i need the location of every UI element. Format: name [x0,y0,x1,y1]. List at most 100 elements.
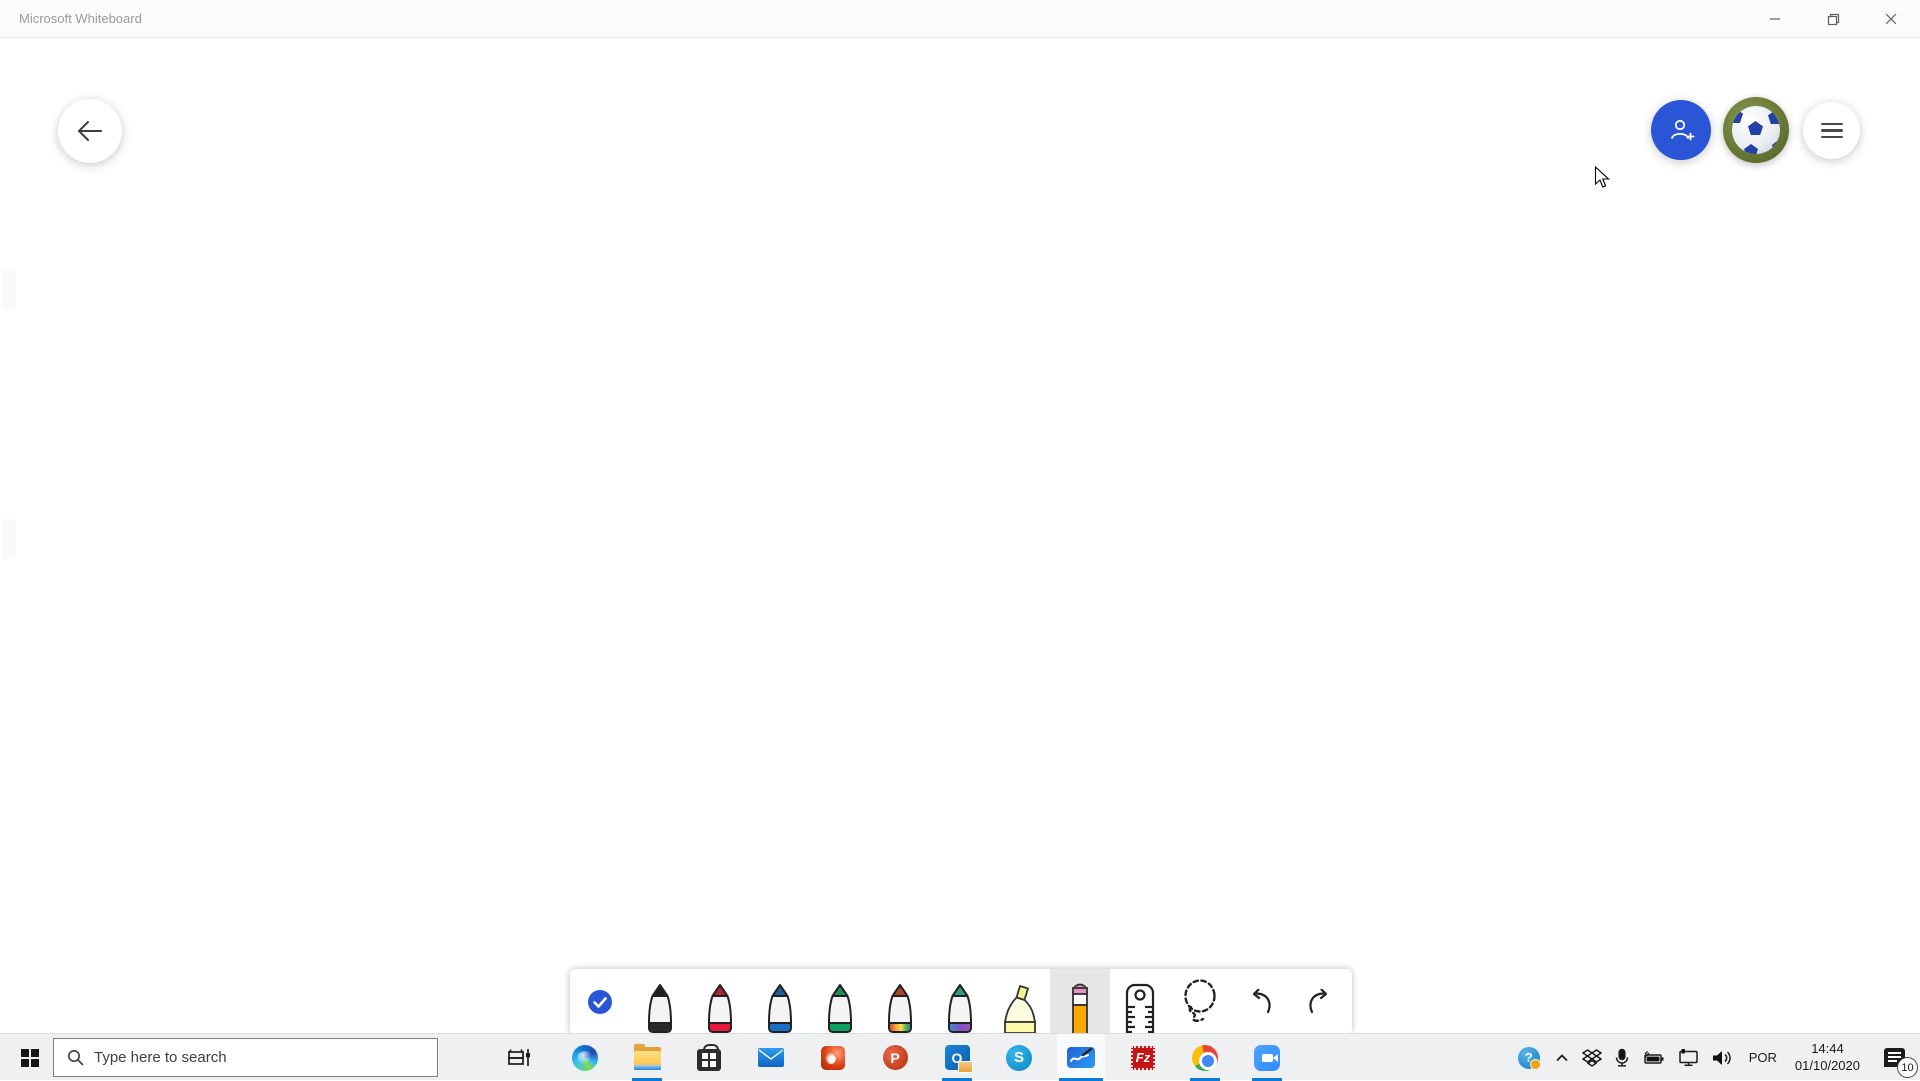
microphone-tray-button[interactable] [1607,1034,1637,1081]
green-pen-icon [821,983,859,1033]
drawing-toolbar [570,969,1352,1034]
microsoft-store-icon [697,1049,721,1071]
taskbar-app-powerpoint[interactable]: P [871,1034,919,1081]
windows-logo-icon [21,1049,39,1067]
back-arrow-icon [76,119,104,143]
tool-rainbow-pen[interactable] [870,969,930,1034]
highlighter-icon [997,982,1043,1034]
tool-blue-pen[interactable] [750,969,810,1034]
notification-center-button[interactable]: 10 [1868,1034,1920,1081]
add-person-icon [1666,115,1696,145]
edge-icon [572,1045,598,1071]
clock-time: 14:44 [1795,1041,1860,1058]
taskbar-app-zoom[interactable] [1243,1034,1291,1081]
restore-icon [1827,13,1840,26]
canvas-smudge [2,519,16,559]
soccer-ball-image [1732,106,1780,154]
lasso-icon [1178,978,1222,1026]
back-button[interactable] [58,99,122,163]
blue-pen-icon [761,983,799,1033]
whiteboard-canvas[interactable] [0,39,1920,1033]
volume-tray-button[interactable] [1705,1034,1739,1081]
taskbar-app-skype[interactable]: S [995,1034,1043,1081]
tool-eraser[interactable] [1050,969,1110,1034]
tool-undo[interactable] [1230,969,1290,1034]
display-tray-button[interactable] [1671,1034,1705,1081]
galaxy-pen-icon [941,983,979,1033]
search-icon [67,1049,84,1066]
dropbox-icon [1582,1049,1602,1067]
tool-black-pen[interactable] [630,969,690,1034]
restore-button[interactable] [1804,0,1862,38]
taskbar-clock[interactable]: 14:44 01/10/2020 [1787,1034,1868,1081]
battery-tray-button[interactable] [1637,1034,1671,1081]
taskbar-app-store[interactable] [685,1034,733,1081]
taskbar-app-whiteboard[interactable] [1057,1034,1105,1081]
minimize-icon [1769,13,1781,25]
ruler-icon [1121,983,1159,1034]
filezilla-letters: Fz [1136,1050,1150,1065]
windows-taskbar: P O S Fz [0,1033,1920,1080]
tool-ruler[interactable] [1110,969,1170,1034]
clock-date: 01/10/2020 [1795,1058,1860,1075]
mouse-cursor [1594,166,1612,190]
language-indicator[interactable]: POR [1739,1034,1787,1081]
settings-menu-button[interactable] [1803,102,1860,159]
mail-icon [758,1048,784,1067]
tool-green-pen[interactable] [810,969,870,1034]
hamburger-menu-icon [1821,123,1843,138]
system-tray: ? [1511,1034,1920,1081]
speaker-icon [1711,1049,1733,1067]
taskbar-app-mail[interactable] [747,1034,795,1081]
tool-redo[interactable] [1290,969,1350,1034]
help-icon: ? [1518,1047,1540,1069]
skype-letter: S [1014,1049,1024,1066]
tool-lasso-select[interactable] [1170,969,1230,1034]
tool-galaxy-pen[interactable] [930,969,990,1034]
search-input[interactable] [94,1049,394,1066]
minimize-button[interactable] [1746,0,1804,38]
powerpoint-icon: P [883,1045,908,1070]
red-pen-icon [701,983,739,1033]
skype-icon: S [1006,1045,1032,1071]
battery-charging-icon [1642,1049,1666,1067]
undo-icon [1246,989,1274,1015]
tool-red-pen[interactable] [690,969,750,1034]
file-explorer-icon [634,1047,661,1068]
task-view-button[interactable] [497,1034,541,1081]
taskbar-app-edge[interactable] [561,1034,609,1081]
notification-count-badge: 10 [1897,1057,1918,1078]
tool-highlighter[interactable] [990,969,1050,1034]
window-controls [1746,0,1920,38]
start-button[interactable] [10,1034,50,1081]
check-icon [587,989,613,1015]
task-view-icon [506,1046,532,1070]
user-avatar[interactable] [1723,97,1789,163]
redo-icon [1306,989,1334,1015]
taskbar-app-office[interactable] [809,1034,857,1081]
taskbar-app-filezilla[interactable]: Fz [1119,1034,1167,1081]
taskbar-app-chrome[interactable] [1181,1034,1229,1081]
close-button[interactable] [1862,0,1920,38]
dropbox-tray-button[interactable] [1577,1034,1607,1081]
filezilla-icon: Fz [1131,1046,1155,1070]
window-titlebar: Microsoft Whiteboard [0,0,1920,38]
active-tool-check[interactable] [570,969,630,1034]
taskbar-search[interactable] [53,1038,438,1077]
taskbar-app-file-explorer[interactable] [623,1034,671,1081]
microphone-icon [1612,1048,1632,1068]
display-network-icon [1676,1048,1700,1067]
window-title: Microsoft Whiteboard [19,0,142,38]
chrome-icon [1192,1045,1218,1071]
invite-button[interactable] [1651,100,1711,160]
get-help-tray-button[interactable]: ? [1511,1034,1547,1081]
taskbar-app-outlook[interactable]: O [933,1034,981,1081]
black-pen-icon [641,983,679,1033]
zoom-icon [1254,1045,1280,1071]
canvas-smudge [2,269,16,309]
show-hidden-icons-button[interactable] [1547,1034,1577,1081]
office-icon [821,1046,845,1070]
powerpoint-letter: P [890,1050,899,1066]
close-icon [1885,13,1897,25]
chevron-up-icon [1554,1051,1570,1065]
